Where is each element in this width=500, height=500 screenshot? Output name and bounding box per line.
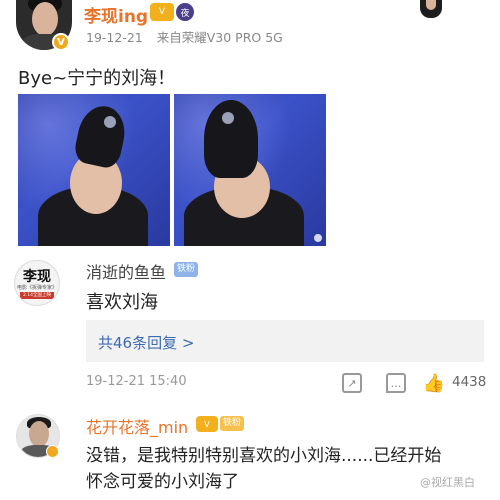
hair-clip bbox=[222, 112, 234, 124]
like-count: 4438 bbox=[452, 374, 487, 390]
header-ad-thumbnail[interactable] bbox=[390, 0, 472, 22]
vip-level-badge: V bbox=[196, 416, 218, 432]
avatar-face bbox=[32, 2, 58, 36]
avatar-text-sub: 电影《拆弹专家》 bbox=[16, 285, 57, 291]
fan-badge: 铁粉 bbox=[174, 262, 199, 277]
verified-dot-icon bbox=[46, 445, 59, 458]
post-photo-1[interactable] bbox=[18, 94, 170, 246]
avatar-text-main: 李现 bbox=[23, 269, 51, 285]
avatar-text-date: 2.14全国上映 bbox=[20, 292, 54, 299]
fan-badge: 铁粉 bbox=[220, 416, 245, 431]
verified-v-icon: V bbox=[52, 33, 70, 51]
comment-icon[interactable]: … bbox=[386, 373, 406, 393]
share-icon[interactable]: ↗ bbox=[342, 373, 362, 393]
post-photo-2[interactable] bbox=[174, 94, 326, 246]
photo-person-hair bbox=[204, 100, 258, 178]
post-text: Bye~宁宁的刘海！ bbox=[18, 68, 176, 89]
view-replies-link[interactable]: 共46条回复 > bbox=[98, 332, 194, 353]
thumbs-up-icon[interactable]: 👍 bbox=[423, 373, 445, 394]
post-source-prefix: 来自 bbox=[156, 30, 182, 45]
post-meta: 19-12-21 来自荣耀V30 PRO 5G bbox=[86, 27, 283, 46]
post-date: 19-12-21 bbox=[86, 30, 143, 45]
comment-1-text: 喜欢刘海 bbox=[86, 292, 158, 313]
comment-2-author[interactable]: 花开花落_min bbox=[86, 414, 188, 438]
vip-level-badge: V bbox=[150, 3, 174, 21]
comment-2-text: 没错，是我特别特别喜欢的小刘海......已经开始怀念可爱的小刘海了 bbox=[86, 446, 442, 492]
avatar-face bbox=[29, 421, 49, 447]
post-author-name[interactable]: 李现ing bbox=[84, 2, 148, 27]
comment-1-time: 19-12-21 15:40 bbox=[86, 374, 187, 389]
photo-watermark-icon bbox=[314, 234, 322, 242]
night-badge-icon: 夜 bbox=[176, 3, 194, 21]
comment-1-avatar[interactable]: 李现 电影《拆弹专家》 2.14全国上映 bbox=[14, 260, 60, 306]
comment-1-author[interactable]: 消逝的鱼鱼 bbox=[86, 259, 166, 283]
watermark: @视红黑白 bbox=[420, 476, 475, 489]
hair-clip bbox=[104, 116, 116, 128]
thumbnail-face bbox=[426, 0, 436, 10]
post-device[interactable]: 荣耀V30 PRO 5G bbox=[182, 30, 283, 45]
